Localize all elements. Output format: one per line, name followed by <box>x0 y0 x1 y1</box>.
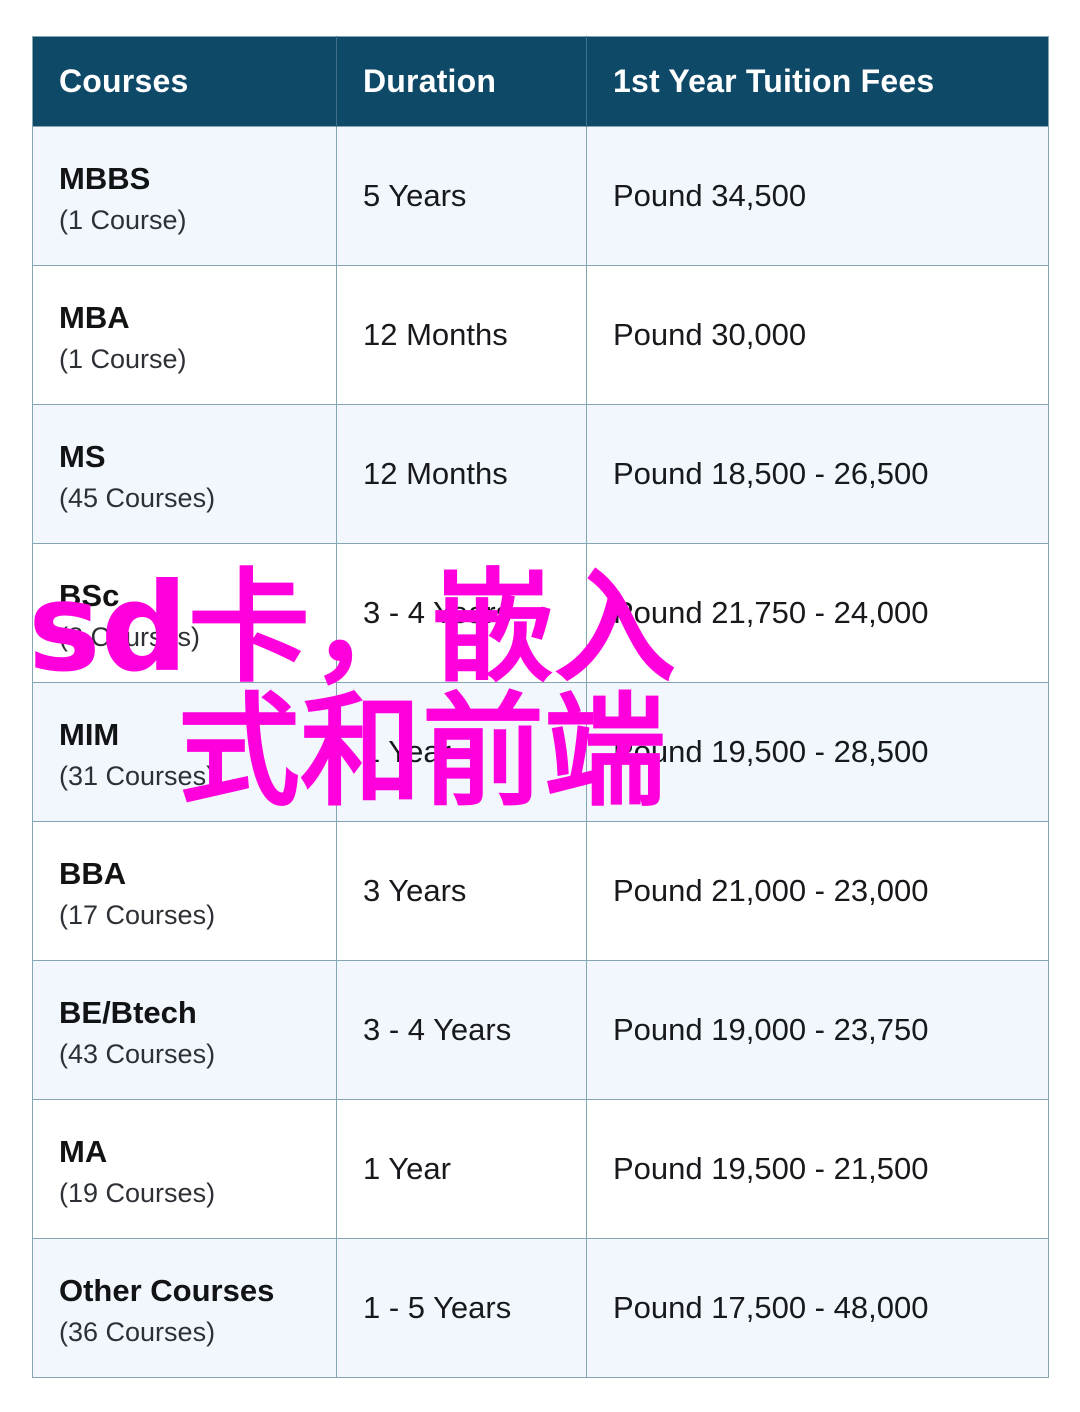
duration-value: 1 - 5 Years <box>363 1290 512 1326</box>
cell-course: MA (19 Courses) <box>32 1099 337 1239</box>
cell-duration: 5 Years <box>336 126 587 266</box>
cell-tuition-fees: Pound 17,500 - 48,000 <box>586 1238 1049 1378</box>
cell-duration: 3 - 4 Years <box>336 960 587 1100</box>
cell-duration: 1 Year <box>336 1099 587 1239</box>
duration-value: 1 Year <box>363 1151 451 1187</box>
cell-duration: 1 - 5 Years <box>336 1238 587 1378</box>
course-count: (19 Courses) <box>59 1177 216 1208</box>
course-name: MS <box>59 438 106 474</box>
tuition-fees-value: Pound 21,000 - 23,000 <box>613 873 929 909</box>
courses-fees-table-container: Courses Duration 1st Year Tuition Fees M… <box>32 36 1049 1378</box>
duration-value: 12 Months <box>363 456 508 492</box>
cell-course: Other Courses (36 Courses) <box>32 1238 337 1378</box>
course-name: BE/Btech <box>59 994 197 1030</box>
tuition-fees-value: Pound 34,500 <box>613 178 807 214</box>
tuition-fees-value: Pound 19,500 - 21,500 <box>613 1151 929 1187</box>
tuition-fees-value: Pound 30,000 <box>613 317 807 353</box>
cell-duration: 3 - 4 Years <box>336 543 587 683</box>
course-count: (36 Courses) <box>59 1316 216 1347</box>
duration-value: 1 Year <box>363 734 451 770</box>
cell-tuition-fees: Pound 18,500 - 26,500 <box>586 404 1049 544</box>
column-header-tuition-fees: 1st Year Tuition Fees <box>586 36 1049 127</box>
table-row: MIM (31 Courses) 1 Year Pound 19,500 - 28,5… <box>32 682 1049 822</box>
tuition-fees-value: Pound 17,500 - 48,000 <box>613 1290 929 1326</box>
cell-tuition-fees: Pound 21,750 - 24,000 <box>586 543 1049 683</box>
course-name: MA <box>59 1133 108 1169</box>
course-name: BSc <box>59 577 120 613</box>
course-count: (45 Courses) <box>59 482 216 513</box>
cell-duration: 12 Months <box>336 404 587 544</box>
cell-duration: 3 Years <box>336 821 587 961</box>
course-count: (43 Courses) <box>59 1038 216 1069</box>
cell-course: MBA (1 Course) <box>32 265 337 405</box>
course-count: (31 Courses) <box>59 760 216 791</box>
course-count: (1 Course) <box>59 204 187 235</box>
duration-value: 5 Years <box>363 178 467 214</box>
duration-value: 3 Years <box>363 873 467 909</box>
course-count: (8 Courses) <box>59 621 201 652</box>
cell-course: BE/Btech (43 Courses) <box>32 960 337 1100</box>
tuition-fees-value: Pound 21,750 - 24,000 <box>613 595 929 631</box>
course-count: (17 Courses) <box>59 899 216 930</box>
cell-course: MBBS (1 Course) <box>32 126 337 266</box>
table-row: BE/Btech (43 Courses) 3 - 4 Years Pound 19,… <box>32 960 1049 1100</box>
cell-course: BBA (17 Courses) <box>32 821 337 961</box>
course-count: (1 Course) <box>59 343 187 374</box>
table-row: MA (19 Courses) 1 Year Pound 19,500 - 21,50… <box>32 1099 1049 1239</box>
course-name: MBBS <box>59 160 151 196</box>
cell-course: BSc (8 Courses) <box>32 543 337 683</box>
cell-course: MS (45 Courses) <box>32 404 337 544</box>
table-row: BSc (8 Courses) 3 - 4 Years Pound 21,750 - … <box>32 543 1049 683</box>
tuition-fees-value: Pound 19,000 - 23,750 <box>613 1012 929 1048</box>
page-root: Courses Duration 1st Year Tuition Fees M… <box>0 0 1080 1412</box>
cell-tuition-fees: Pound 30,000 <box>586 265 1049 405</box>
course-name: MIM <box>59 716 120 752</box>
table-header-row: Courses Duration 1st Year Tuition Fees <box>32 36 1049 127</box>
table-row: Other Courses (36 Courses) 1 - 5 Years Poun… <box>32 1238 1049 1378</box>
cell-duration: 1 Year <box>336 682 587 822</box>
cell-tuition-fees: Pound 19,000 - 23,750 <box>586 960 1049 1100</box>
cell-course: MIM (31 Courses) <box>32 682 337 822</box>
table-row: MS (45 Courses) 12 Months Pound 18,500 - 26… <box>32 404 1049 544</box>
duration-value: 3 - 4 Years <box>363 1012 512 1048</box>
cell-tuition-fees: Pound 34,500 <box>586 126 1049 266</box>
course-name: BBA <box>59 855 127 891</box>
cell-duration: 12 Months <box>336 265 587 405</box>
column-header-courses: Courses <box>32 36 337 127</box>
course-name: MBA <box>59 299 130 335</box>
cell-tuition-fees: Pound 19,500 - 28,500 <box>586 682 1049 822</box>
tuition-fees-value: Pound 19,500 - 28,500 <box>613 734 929 770</box>
column-header-duration: Duration <box>336 36 587 127</box>
course-name: Other Courses <box>59 1272 275 1308</box>
tuition-fees-value: Pound 18,500 - 26,500 <box>613 456 929 492</box>
table-row: MBBS (1 Course) 5 Years Pound 34,500 <box>32 126 1049 266</box>
table-row: MBA (1 Course) 12 Months Pound 30,000 <box>32 265 1049 405</box>
courses-fees-table: Courses Duration 1st Year Tuition Fees M… <box>32 36 1049 1378</box>
cell-tuition-fees: Pound 19,500 - 21,500 <box>586 1099 1049 1239</box>
table-header: Courses Duration 1st Year Tuition Fees <box>32 36 1049 127</box>
table-body: MBBS (1 Course) 5 Years Pound 34,500 MBA (1 C… <box>32 126 1049 1378</box>
duration-value: 12 Months <box>363 317 508 353</box>
cell-tuition-fees: Pound 21,000 - 23,000 <box>586 821 1049 961</box>
table-row: BBA (17 Courses) 3 Years Pound 21,000 - 23,… <box>32 821 1049 961</box>
duration-value: 3 - 4 Years <box>363 595 512 631</box>
